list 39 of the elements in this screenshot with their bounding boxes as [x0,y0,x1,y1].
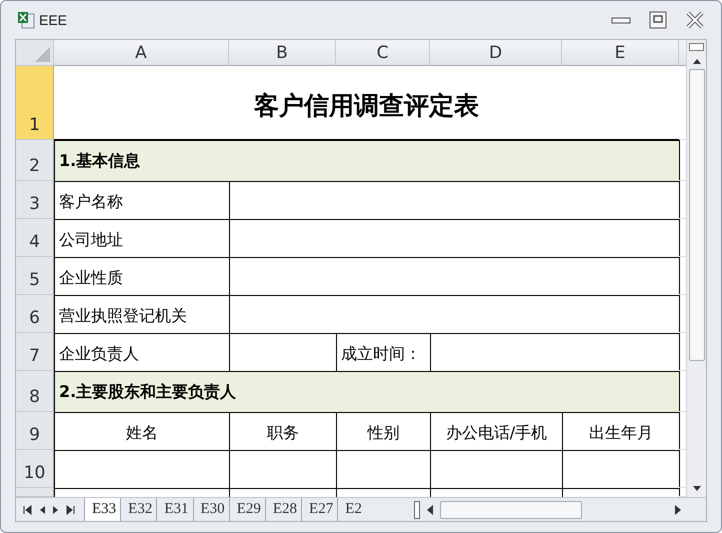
minimize-icon[interactable] [611,15,631,25]
row-header[interactable]: 8 [16,371,54,412]
row-header[interactable]: 6 [16,295,54,333]
scroll-thumb[interactable] [688,69,704,361]
scroll-thumb[interactable] [440,500,582,518]
row-header[interactable]: 2 [16,140,54,181]
sheet-tab[interactable]: E32 [120,498,156,521]
section-heading: 1.基本信息 [54,140,680,182]
previous-sheet-icon[interactable] [38,504,46,516]
row-header[interactable]: 9 [16,412,54,450]
row-header[interactable]: 4 [16,219,54,257]
maximize-icon[interactable] [649,11,667,29]
row-header[interactable]: 1 [16,66,54,140]
column-header[interactable]: B [229,40,336,66]
section-heading: 2.主要股东和主要负责人 [54,371,680,413]
split-handle[interactable] [689,43,704,51]
row-header[interactable]: 3 [16,181,54,219]
sheet-tab[interactable]: E27 [301,498,338,521]
sheet-tab[interactable]: E30 [192,498,229,521]
sheet-tab[interactable]: E2 [337,498,366,521]
first-sheet-icon[interactable] [22,504,32,516]
sheet-tab[interactable]: E31 [156,498,193,521]
split-handle[interactable] [414,500,420,518]
next-sheet-icon[interactable] [52,504,60,516]
window-title: EEE [39,12,68,28]
column-header[interactable]: A [54,40,229,66]
last-sheet-icon[interactable] [66,504,76,516]
sheet-tab[interactable]: E33 [84,498,120,521]
column-header[interactable]: D [430,40,562,66]
sheet-tab[interactable]: E29 [228,498,265,521]
close-icon[interactable] [685,11,705,29]
column-header[interactable]: C [336,40,430,66]
row-header[interactable]: 5 [16,257,54,295]
column-header[interactable]: E [562,40,679,66]
spreadsheet-icon [17,11,35,29]
sheet-tab[interactable]: E28 [264,498,302,521]
row-header[interactable]: 7 [16,333,54,371]
vertical-scrollbar[interactable] [686,40,706,497]
row-header[interactable]: 10 [16,450,54,488]
